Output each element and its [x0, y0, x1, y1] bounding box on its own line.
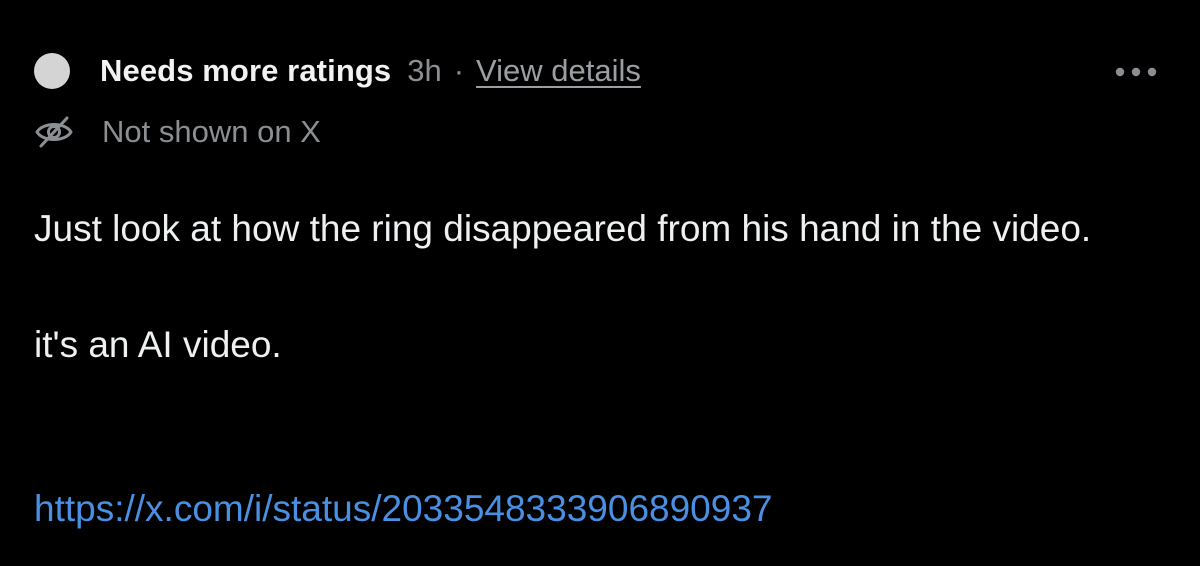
note-status-row: Needs more ratings 3h · View details	[34, 50, 641, 92]
timestamp: 3h	[407, 53, 442, 88]
note-body: Just look at how the ring disappeared fr…	[34, 200, 1174, 374]
status-label: Needs more ratings	[100, 53, 392, 88]
visibility-row: Not shown on X	[34, 110, 321, 154]
more-horizontal-icon	[1115, 67, 1157, 77]
source-link[interactable]: https://x.com/i/status/20335483339068909…	[34, 480, 772, 538]
visibility-text: Not shown on X	[102, 114, 321, 149]
view-details-link[interactable]: View details	[476, 53, 641, 89]
eye-off-icon	[35, 116, 73, 148]
status-dot-icon	[34, 53, 70, 89]
note-paragraph-1: Just look at how the ring disappeared fr…	[34, 208, 1092, 249]
community-note-card: Needs more ratings 3h · View details Not…	[0, 0, 1200, 566]
note-paragraph-2: it's an AI video.	[34, 324, 282, 365]
more-options-button[interactable]	[1112, 56, 1168, 88]
separator: ·	[453, 53, 465, 88]
